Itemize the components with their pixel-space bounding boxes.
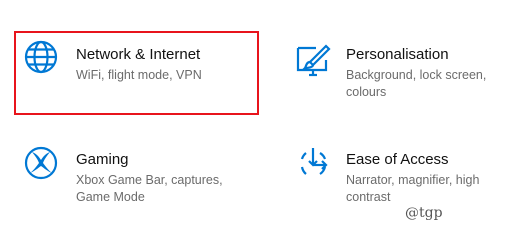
tile-title: Gaming [76, 151, 129, 168]
ease-of-access-icon [296, 145, 334, 183]
tile-title: Ease of Access [346, 151, 449, 168]
tile-title: Personalisation [346, 46, 449, 63]
settings-tile-gaming[interactable]: Gaming Xbox Game Bar, captures, Game Mod… [24, 145, 260, 215]
xbox-icon [24, 145, 62, 183]
tile-description: Narrator, magnifier, high contrast [346, 173, 480, 204]
watermark: @tgp [405, 205, 443, 221]
tile-title: Network & Internet [76, 46, 201, 63]
tile-description: WiFi, flight mode, VPN [76, 68, 202, 82]
globe-icon [24, 40, 62, 78]
settings-tile-personalisation[interactable]: Personalisation Background, lock screen,… [296, 40, 496, 110]
settings-tile-ease-of-access[interactable]: Ease of Access Narrator, magnifier, high… [296, 145, 501, 215]
settings-tile-network-internet[interactable]: Network & Internet WiFi, flight mode, VP… [24, 40, 260, 110]
tile-description: Xbox Game Bar, captures, Game Mode [76, 173, 223, 204]
personalisation-icon [296, 40, 334, 78]
tile-description: Background, lock screen, colours [346, 68, 487, 99]
